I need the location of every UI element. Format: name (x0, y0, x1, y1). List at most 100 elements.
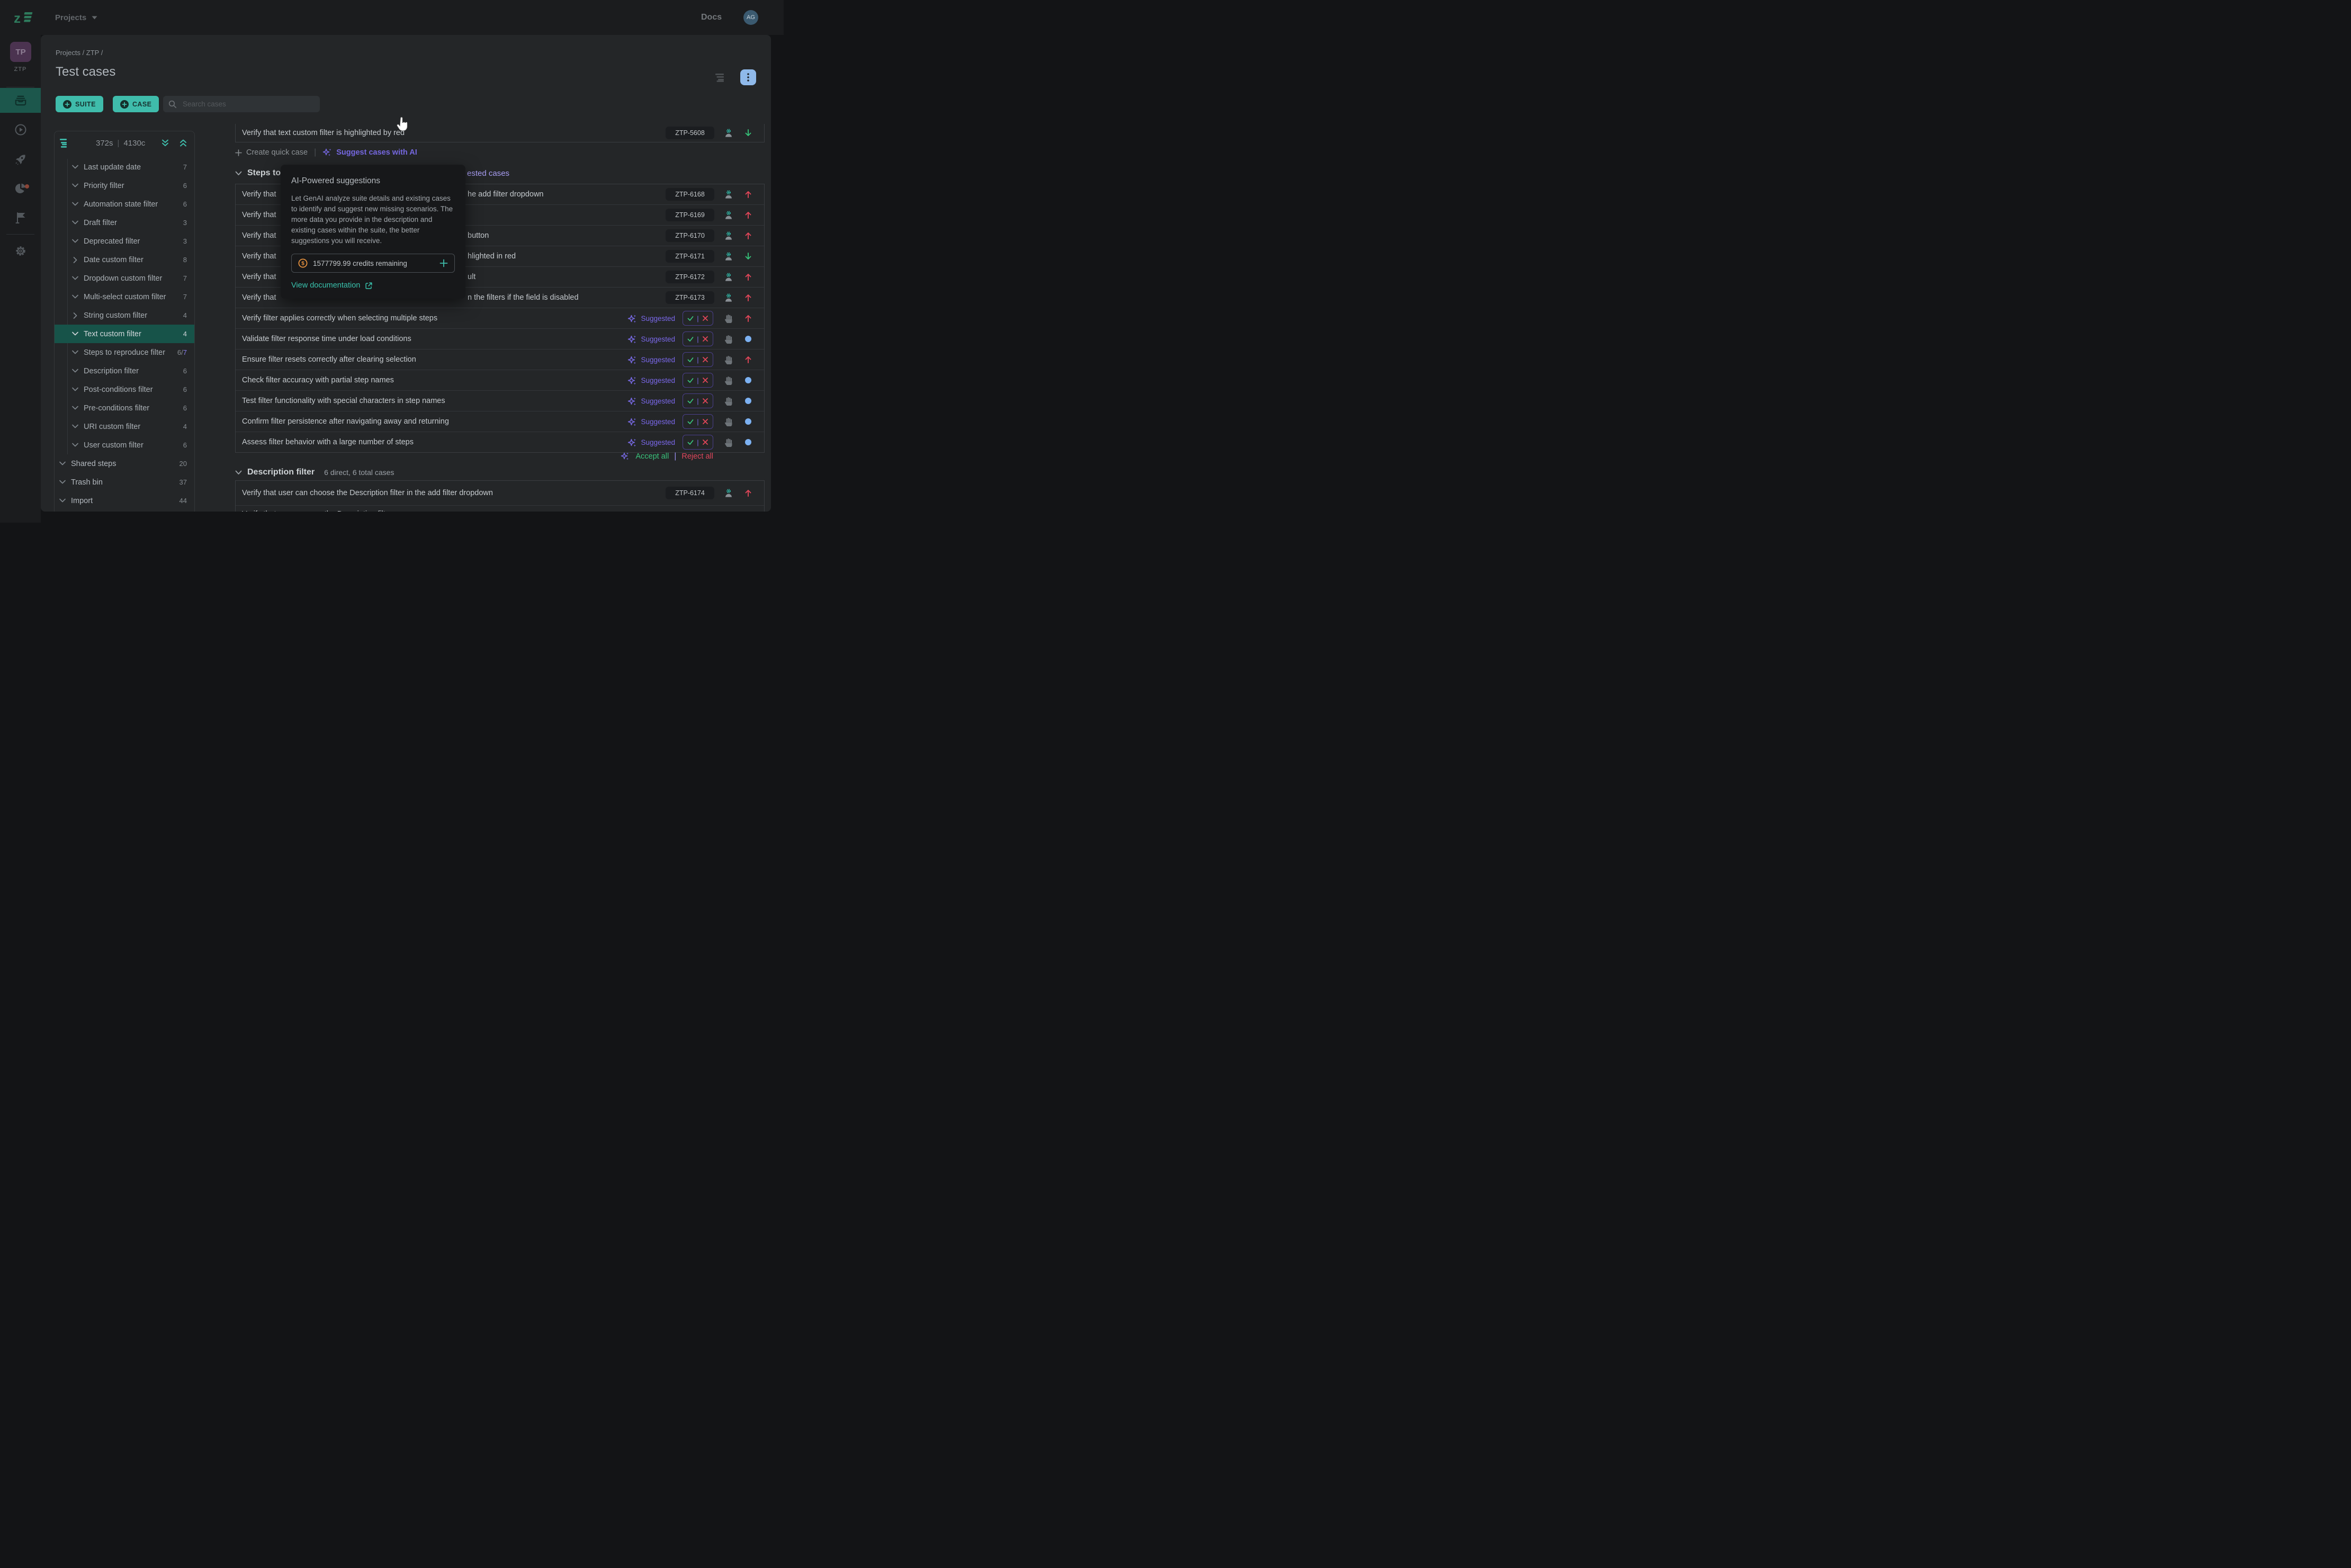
manual-state-icon[interactable] (724, 437, 733, 447)
priority-arrow-up-icon[interactable] (744, 211, 752, 219)
tree-item-automation-state-filter[interactable]: Automation state filter6 (55, 195, 194, 213)
accept-suggestion-icon[interactable] (687, 418, 694, 425)
accept-suggestion-icon[interactable] (687, 356, 694, 363)
manual-state-icon[interactable] (724, 417, 733, 426)
tree-item-dropdown-custom-filter[interactable]: Dropdown custom filter7 (55, 269, 194, 288)
chevron-down-icon[interactable] (59, 479, 66, 486)
rail-item-launches[interactable] (0, 153, 41, 166)
chevron-down-icon[interactable] (71, 368, 79, 375)
tree-item-priority-filter[interactable]: Priority filter6 (55, 176, 194, 195)
tree-item-uri-custom-filter[interactable]: URI custom filter4 (55, 417, 194, 436)
manual-state-icon[interactable] (724, 334, 733, 344)
case-row[interactable]: Verify that text custom filter is highli… (235, 124, 765, 142)
priority-dot-icon[interactable] (744, 417, 752, 426)
suggested-cases-link-fragment[interactable]: ested cases (467, 166, 509, 181)
tree-item-text-custom-filter[interactable]: Text custom filter4 (55, 325, 194, 343)
accept-suggestion-icon[interactable] (687, 335, 694, 343)
priority-dot-icon[interactable] (744, 376, 752, 384)
reject-suggestion-icon[interactable] (702, 397, 709, 405)
case-row-partial[interactable]: Verify that user can use the Description… (236, 505, 764, 512)
priority-dot-icon[interactable] (744, 335, 752, 343)
chevron-down-icon[interactable] (71, 219, 79, 227)
add-suite-button[interactable]: SUITE (56, 96, 103, 112)
case-key-badge[interactable]: ZTP-6173 (666, 291, 714, 304)
automation-state-icon[interactable] (724, 190, 733, 199)
chevron-down-icon[interactable] (71, 293, 79, 301)
section-header-description-filter[interactable]: Description filter 6 direct, 6 total cas… (235, 465, 765, 480)
create-quick-case-link[interactable]: Create quick case (235, 148, 308, 157)
collapse-all-icon[interactable] (178, 138, 188, 148)
docs-link[interactable]: Docs (701, 0, 722, 35)
automation-state-icon[interactable] (724, 272, 733, 282)
more-actions-button[interactable] (740, 69, 756, 85)
project-avatar[interactable]: TP (10, 42, 31, 62)
reject-suggestion-icon[interactable] (702, 315, 709, 322)
priority-arrow-up-icon[interactable] (744, 293, 752, 302)
tree-item-trash-bin[interactable]: Trash bin37 (55, 473, 194, 491)
suggested-case-row[interactable]: Validate filter response time under load… (236, 328, 764, 349)
rail-item-test-cases[interactable] (0, 88, 41, 113)
priority-arrow-down-icon[interactable] (744, 129, 752, 137)
chevron-down-icon[interactable] (71, 238, 79, 245)
chevron-right-icon[interactable] (71, 256, 79, 264)
breadcrumb[interactable]: Projects / ZTP / (56, 49, 103, 57)
tree-item-user-custom-filter[interactable]: User custom filter6 (55, 436, 194, 454)
chevron-down-icon[interactable] (59, 497, 66, 505)
chevron-down-icon[interactable] (59, 460, 66, 468)
suggested-case-row[interactable]: Ensure filter resets correctly after cle… (236, 349, 764, 370)
automation-state-icon[interactable] (724, 252, 733, 261)
automation-state-icon[interactable] (724, 128, 733, 138)
search-box[interactable] (163, 96, 320, 112)
automation-state-icon[interactable] (724, 231, 733, 240)
tree-item-multi-select-custom-filter[interactable]: Multi-select custom filter7 (55, 288, 194, 306)
view-options-icon[interactable] (714, 73, 725, 83)
tree-item-draft-filter[interactable]: Draft filter3 (55, 213, 194, 232)
chevron-down-icon[interactable] (71, 182, 79, 190)
manual-state-icon[interactable] (724, 375, 733, 385)
chevron-down-icon[interactable] (71, 275, 79, 282)
priority-arrow-up-icon[interactable] (744, 355, 752, 364)
tree-item-post-conditions-filter[interactable]: Post-conditions filter6 (55, 380, 194, 399)
suggested-case-row[interactable]: Test filter functionality with special c… (236, 390, 764, 411)
accept-suggestion-icon[interactable] (687, 438, 694, 446)
priority-arrow-up-icon[interactable] (744, 314, 752, 322)
priority-dot-icon[interactable] (744, 397, 752, 405)
reject-suggestion-icon[interactable] (702, 335, 709, 343)
accept-suggestion-icon[interactable] (687, 377, 694, 384)
reject-suggestion-icon[interactable] (702, 438, 709, 446)
user-avatar[interactable]: AG (743, 10, 758, 25)
priority-dot-icon[interactable] (744, 438, 752, 446)
add-case-button[interactable]: CASE (113, 96, 159, 112)
view-documentation-link[interactable]: View documentation (291, 281, 455, 290)
reject-all-link[interactable]: Reject all (681, 452, 713, 461)
priority-arrow-up-icon[interactable] (744, 489, 752, 497)
suggest-cases-ai-link[interactable]: Suggest cases with AI (322, 148, 417, 157)
tree-item-string-custom-filter[interactable]: String custom filter4 (55, 306, 194, 325)
chevron-down-icon[interactable] (71, 386, 79, 393)
automation-state-icon[interactable] (724, 210, 733, 220)
tree-item-deprecated-filter[interactable]: Deprecated filter3 (55, 232, 194, 250)
rail-item-settings[interactable] (0, 245, 41, 257)
chevron-down-icon[interactable] (71, 405, 79, 412)
expand-all-icon[interactable] (160, 138, 170, 148)
reject-suggestion-icon[interactable] (702, 377, 709, 384)
tree-item-description-filter[interactable]: Description filter6 (55, 362, 194, 380)
reject-suggestion-icon[interactable] (702, 356, 709, 363)
automation-state-icon[interactable] (724, 488, 733, 498)
manual-state-icon[interactable] (724, 396, 733, 406)
priority-arrow-up-icon[interactable] (744, 190, 752, 199)
manual-state-icon[interactable] (724, 313, 733, 323)
chevron-down-icon[interactable] (71, 164, 79, 171)
case-key-badge[interactable]: ZTP-6169 (666, 209, 714, 221)
case-row[interactable]: Verify that user can choose the Descript… (236, 481, 764, 505)
suggested-case-row[interactable]: Check filter accuracy with partial step … (236, 370, 764, 390)
reject-suggestion-icon[interactable] (702, 418, 709, 425)
case-key-badge[interactable]: ZTP-5608 (666, 127, 714, 139)
search-input[interactable] (182, 100, 306, 109)
automation-state-icon[interactable] (724, 293, 733, 302)
projects-menu[interactable]: Projects (55, 0, 97, 35)
tree-item-pre-conditions-filter[interactable]: Pre-conditions filter6 (55, 399, 194, 417)
chevron-down-icon[interactable] (71, 330, 79, 338)
priority-arrow-down-icon[interactable] (744, 252, 752, 261)
tree-item-import[interactable]: Import44 (55, 491, 194, 510)
